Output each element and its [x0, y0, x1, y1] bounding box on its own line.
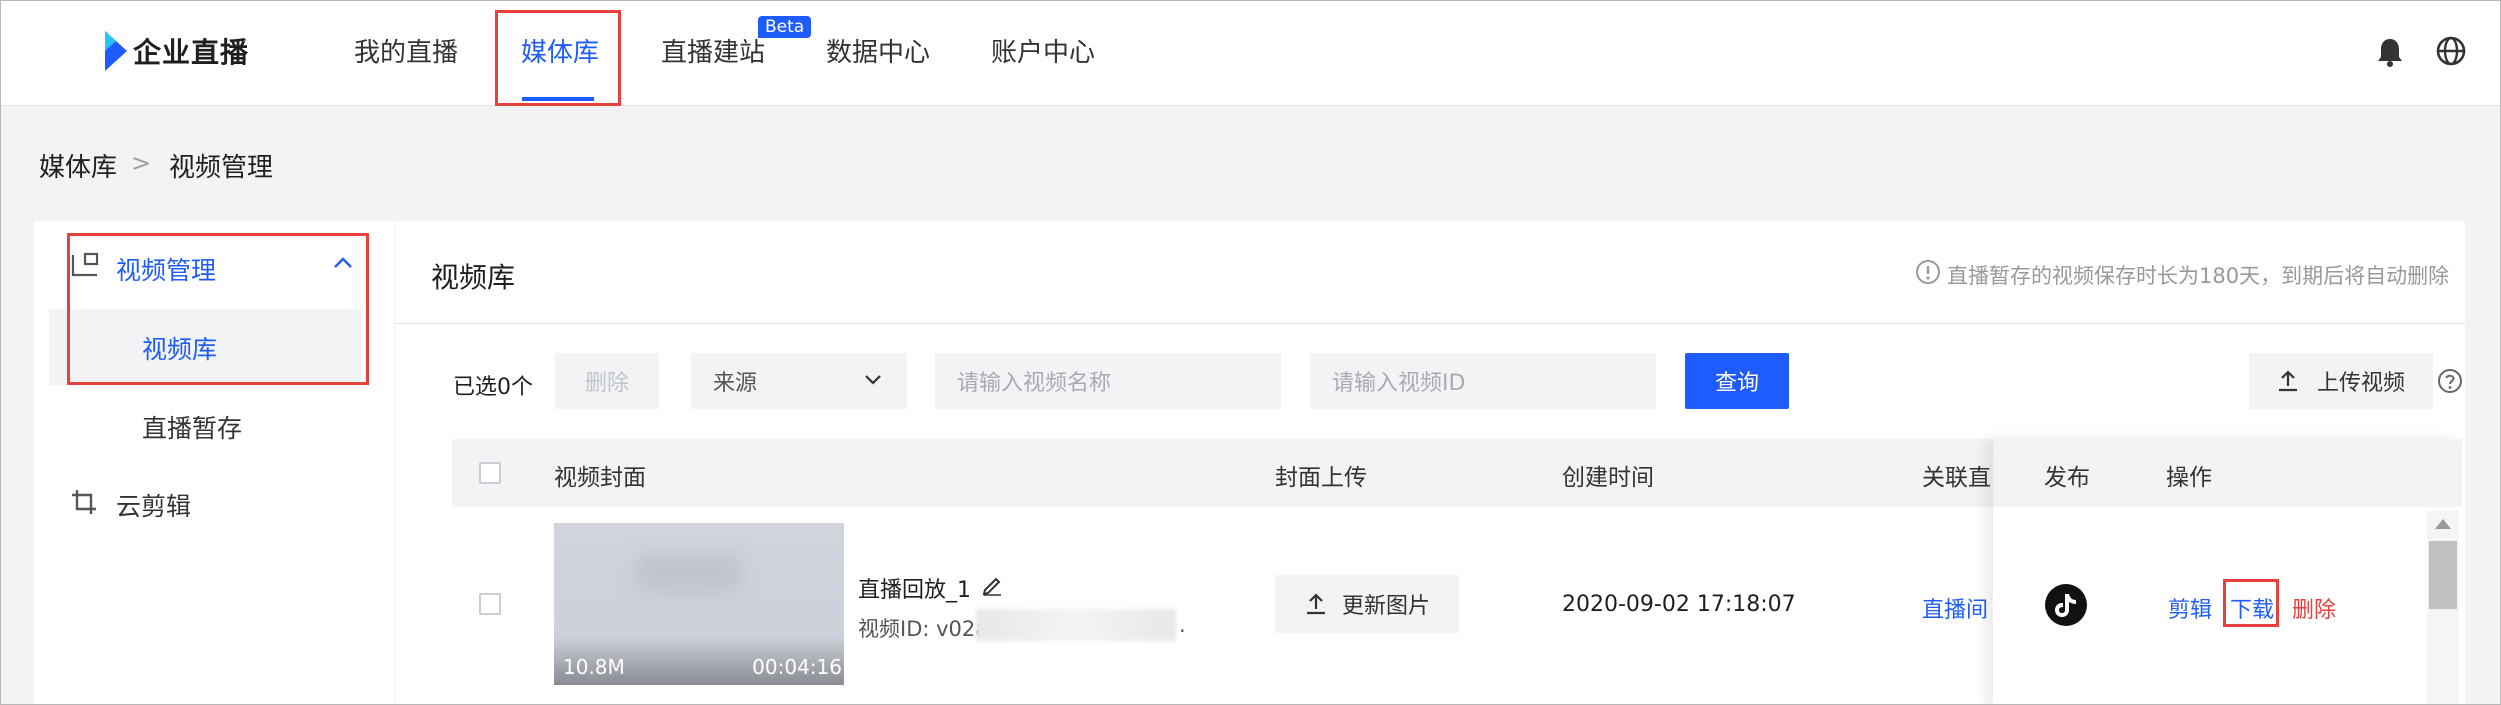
thumbnail-blur — [634, 553, 744, 593]
select-all-checkbox[interactable] — [479, 462, 501, 484]
chevron-down-icon[interactable] — [863, 373, 883, 387]
sidebar — [34, 221, 394, 704]
col-video-cover: 视频封面 — [554, 465, 646, 491]
video-id-placeholder: 请输入视频ID — [1332, 371, 1466, 396]
batch-delete-button[interactable]: 删除 — [555, 353, 659, 409]
video-id-input[interactable]: 请输入视频ID — [1310, 353, 1656, 409]
delete-action-link[interactable]: 删除 — [2292, 592, 2336, 624]
chevron-up-icon[interactable] — [333, 255, 353, 269]
nav-active-underline — [522, 97, 594, 101]
query-button[interactable]: 查询 — [1685, 353, 1789, 409]
col-cover-upload: 封面上传 — [1275, 465, 1367, 491]
title-divider — [395, 323, 2465, 324]
video-duration: 00:04:16 — [752, 655, 842, 679]
video-name-placeholder: 请输入视频名称 — [957, 371, 1112, 396]
edit-icon[interactable] — [981, 574, 1003, 596]
upload-icon — [1307, 593, 1325, 615]
selected-count: 已选0个 — [453, 375, 533, 400]
video-manage-icon — [71, 252, 99, 277]
created-time: 2020-09-02 17:18:07 — [1562, 592, 1796, 617]
related-live-link[interactable]: 直播间 — [1922, 592, 1988, 624]
top-header: 企业直播 我的直播 媒体库 直播建站 Beta 数据中心 账户中心 — [1, 1, 2500, 106]
upload-icon — [2279, 370, 2297, 392]
col-publish: 发布 — [2044, 465, 2090, 491]
globe-icon[interactable] — [2435, 35, 2467, 67]
update-cover-button[interactable]: 更新图片 — [1275, 575, 1459, 633]
nav-site-builder[interactable]: 直播建站 — [661, 32, 765, 69]
download-action-link[interactable]: 下载 — [2230, 592, 2274, 624]
sidebar-group-cloud-edit[interactable]: 云剪辑 — [116, 487, 191, 523]
beta-badge: Beta — [758, 16, 812, 38]
sidebar-item-live-storage[interactable]: 直播暂存 — [142, 409, 242, 445]
video-name-input[interactable]: 请输入视频名称 — [935, 353, 1281, 409]
nav-my-live[interactable]: 我的直播 — [354, 32, 458, 69]
help-icon[interactable] — [2437, 368, 2463, 394]
col-actions: 操作 — [2166, 465, 2212, 491]
sidebar-item-video-library[interactable]: 视频库 — [142, 330, 217, 366]
app-frame: 企业直播 我的直播 媒体库 直播建站 Beta 数据中心 账户中心 媒体库 > … — [0, 0, 2501, 705]
row-checkbox[interactable] — [479, 593, 501, 615]
video-id-suffix: . — [1179, 613, 1186, 637]
nav-media-library[interactable]: 媒体库 — [521, 32, 599, 69]
retention-notice: 直播暂存的视频保存时长为180天，到期后将自动删除 — [1947, 264, 2450, 288]
bell-icon[interactable] — [2377, 37, 2403, 67]
video-thumbnail[interactable]: 10.8M 00:04:16 — [554, 523, 844, 685]
video-id-prefix: 视频ID: v02a — [858, 617, 989, 641]
nav-data-center[interactable]: 数据中心 — [826, 32, 930, 69]
source-select-value: 来源 — [713, 371, 758, 396]
update-cover-label: 更新图片 — [1341, 594, 1430, 619]
col-created-time: 创建时间 — [1562, 465, 1654, 491]
video-size: 10.8M — [563, 655, 625, 679]
breadcrumb-separator: > — [131, 149, 152, 177]
douyin-publish-icon[interactable] — [2044, 583, 2088, 627]
video-name: 直播回放_1 — [858, 578, 971, 603]
breadcrumb-parent[interactable]: 媒体库 — [39, 147, 117, 184]
page-title: 视频库 — [431, 261, 516, 294]
scrollbar-thumb[interactable] — [2429, 541, 2457, 609]
brand-logo-icon — [105, 31, 127, 71]
nav-account-center[interactable]: 账户中心 — [991, 32, 1095, 69]
sidebar-group-video-manage[interactable]: 视频管理 — [116, 251, 216, 287]
brand-name[interactable]: 企业直播 — [133, 31, 249, 71]
scroll-up-arrow-icon[interactable] — [2433, 517, 2453, 531]
col-related-live: 关联直 — [1922, 465, 1991, 491]
info-circle-icon — [1916, 260, 1940, 284]
crop-icon — [72, 490, 96, 514]
upload-video-label: 上传视频 — [2316, 371, 2405, 396]
edit-action-link[interactable]: 剪辑 — [2168, 592, 2212, 624]
video-id-mask — [976, 609, 1176, 641]
breadcrumb-current: 视频管理 — [169, 153, 274, 183]
